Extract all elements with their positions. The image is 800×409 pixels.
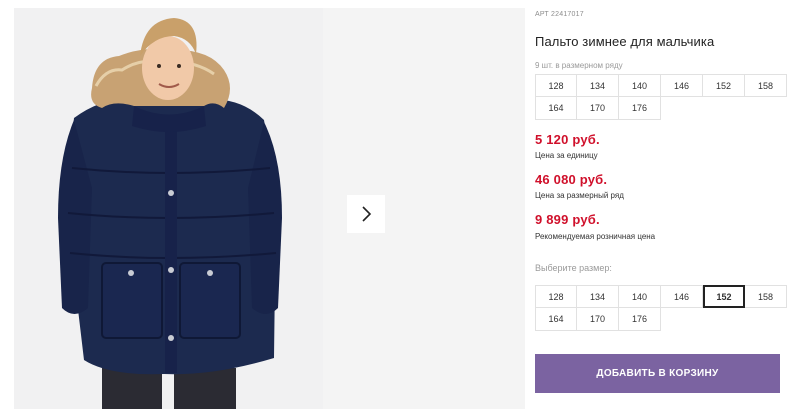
- size-range-cell: 140: [619, 74, 661, 97]
- size-range-cell: 170: [577, 97, 619, 120]
- size-range-cell: 128: [535, 74, 577, 97]
- product-photo[interactable]: [14, 8, 323, 409]
- gallery-next-button[interactable]: [347, 195, 385, 233]
- size-range-cell: 146: [661, 74, 703, 97]
- product-gallery: [0, 0, 525, 409]
- size-range-grid: 128 134 140 146 152 158 164 170 176: [535, 74, 787, 120]
- size-range-cell: 134: [577, 74, 619, 97]
- set-price-label: Цена за размерный ряд: [535, 191, 624, 200]
- size-range-cell: 176: [619, 97, 661, 120]
- size-select-label: Выберите размер:: [535, 263, 612, 273]
- size-option[interactable]: 134: [577, 285, 619, 308]
- size-option[interactable]: 176: [619, 308, 661, 331]
- size-range-cell: 164: [535, 97, 577, 120]
- set-price: 46 080 руб.: [535, 172, 608, 187]
- retail-price: 9 899 руб.: [535, 212, 600, 227]
- chevron-right-icon: [362, 206, 372, 222]
- unit-price: 5 120 руб.: [535, 132, 600, 147]
- product-info: АРТ 22417017 Пальто зимнее для мальчика …: [535, 0, 800, 409]
- size-range-note: 9 шт. в размерном ряду: [535, 61, 623, 70]
- size-option[interactable]: 170: [577, 308, 619, 331]
- unit-price-label: Цена за единицу: [535, 151, 598, 160]
- size-select-grid: 128 134 140 146 152 158 164 170 176: [535, 285, 787, 331]
- product-sku: АРТ 22417017: [535, 11, 584, 18]
- size-option[interactable]: 164: [535, 308, 577, 331]
- size-option[interactable]: 128: [535, 285, 577, 308]
- size-range-cell: 158: [745, 74, 787, 97]
- size-option-selected[interactable]: 152: [703, 285, 745, 308]
- size-option[interactable]: 146: [661, 285, 703, 308]
- product-title: Пальто зимнее для мальчика: [535, 34, 715, 49]
- size-option[interactable]: 158: [745, 285, 787, 308]
- size-option[interactable]: 140: [619, 285, 661, 308]
- retail-price-label: Рекомендуемая розничная цена: [535, 232, 656, 241]
- add-to-cart-button[interactable]: ДОБАВИТЬ В КОРЗИНУ: [535, 354, 780, 393]
- product-image: [58, 18, 282, 409]
- size-range-cell: 152: [703, 74, 745, 97]
